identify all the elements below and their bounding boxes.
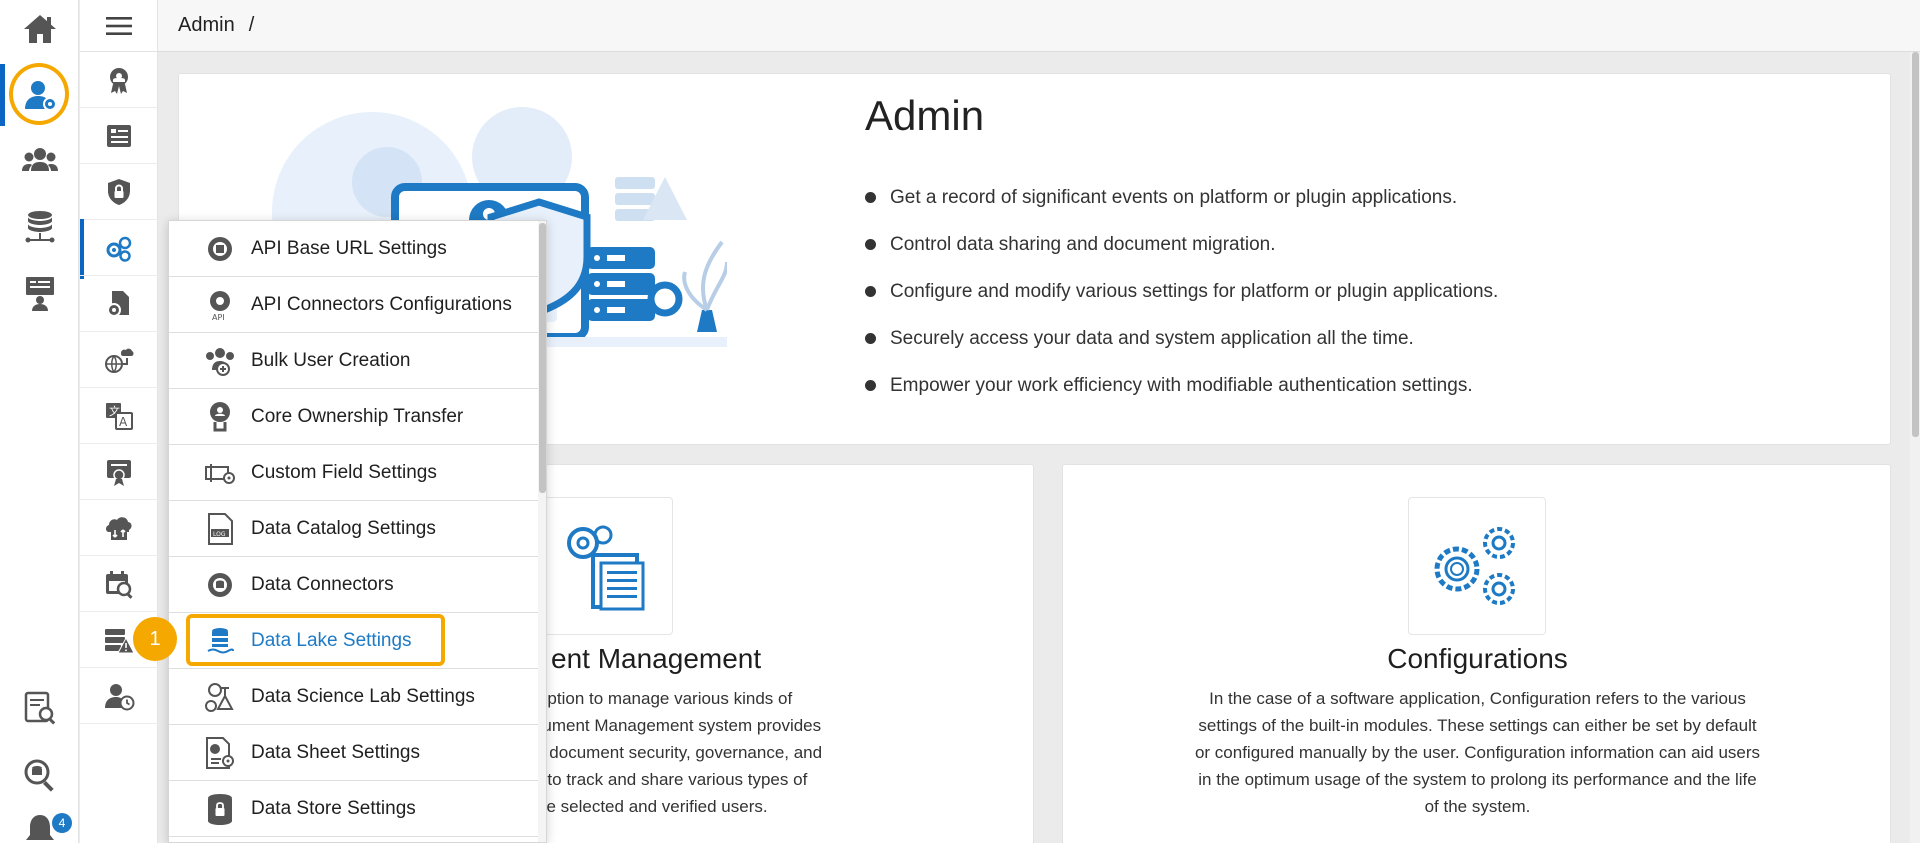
data-catalog-icon: LOG — [203, 512, 237, 546]
menu-item-data-store-settings[interactable]: Data Store Settings — [169, 781, 539, 837]
cloud-download-icon[interactable] — [80, 500, 158, 556]
cloud-transfer-icon[interactable] — [80, 332, 158, 388]
secondary-nav-column: 文A — [80, 0, 222, 843]
document-management-title: ent Management — [551, 643, 762, 674]
report-search-icon[interactable] — [0, 679, 79, 737]
api-connector-icon: API — [203, 288, 237, 322]
hero-bullet: Empower your work efficiency with modifi… — [865, 362, 1498, 409]
calendar-search-icon[interactable] — [80, 556, 158, 612]
security-lock-icon[interactable] — [80, 164, 158, 220]
menu-item-data-catalog-settings[interactable]: LOG Data Catalog Settings — [169, 501, 539, 557]
breadcrumb: Admin / — [158, 0, 1920, 52]
data-sheet-icon — [203, 736, 237, 770]
hero-bullet: Get a record of significant events on pl… — [865, 174, 1498, 221]
step-highlight-box — [186, 614, 445, 666]
hero-bullet: Configure and modify various settings fo… — [865, 268, 1498, 315]
data-search-icon[interactable] — [0, 746, 79, 804]
menu-item-data-science-lab-settings[interactable]: Data Science Lab Settings — [169, 669, 539, 725]
svg-text:A: A — [119, 415, 128, 429]
hero-bullet-list: Get a record of significant events on pl… — [865, 174, 1498, 409]
data-connectors-icon — [203, 568, 237, 602]
data-store-icon — [203, 792, 237, 826]
configurations-title: Configurations — [1387, 643, 1568, 674]
hero-bullet: Securely access your data and system app… — [865, 315, 1498, 362]
configurations-card[interactable]: Configurations In the case of a software… — [1062, 464, 1891, 843]
document-management-icon — [535, 497, 673, 635]
configurations-gear-icon[interactable] — [80, 220, 158, 276]
home-icon[interactable] — [0, 0, 79, 58]
dropdown-scrollbar-thumb[interactable] — [539, 223, 546, 493]
menu-item-custom-field-settings[interactable]: Custom Field Settings — [169, 445, 539, 501]
bulk-users-icon — [203, 344, 237, 378]
api-gear-icon — [203, 232, 237, 266]
configurations-description: In the case of a software application, C… — [1194, 689, 1761, 816]
svg-text:LOG: LOG — [213, 531, 226, 538]
custom-field-icon — [203, 456, 237, 490]
document-gear-icon[interactable] — [80, 276, 158, 332]
configurations-icon — [1408, 497, 1546, 635]
svg-text:API: API — [212, 313, 225, 322]
menu-item-core-ownership-transfer[interactable]: Core Ownership Transfer — [169, 389, 539, 445]
menu-item-api-connectors-configurations[interactable]: API API Connectors Configurations — [169, 277, 539, 333]
configurations-dropdown-menu: API Base URL Settings API API Connectors… — [168, 220, 547, 843]
audit-list-icon[interactable] — [80, 108, 158, 164]
data-science-lab-icon — [203, 680, 237, 714]
user-clock-icon[interactable] — [80, 668, 158, 724]
rail-highlight-ring — [9, 63, 69, 125]
translate-icon[interactable]: 文A — [80, 388, 158, 444]
menu-item-data-sheet-settings[interactable]: Data Sheet Settings — [169, 725, 539, 781]
hamburger-menu-icon[interactable] — [80, 0, 158, 52]
breadcrumb-separator: / — [248, 14, 255, 36]
certificate-icon[interactable] — [80, 52, 158, 108]
primary-nav-rail: 4 — [0, 0, 79, 843]
menu-item-data-connectors[interactable]: Data Connectors — [169, 557, 539, 613]
hero-bullet: Control data sharing and document migrat… — [865, 221, 1498, 268]
notification-count-badge: 4 — [52, 813, 72, 833]
ownership-transfer-icon — [203, 400, 237, 434]
groups-icon[interactable] — [0, 132, 79, 190]
page-scrollbar-thumb[interactable] — [1912, 52, 1919, 437]
breadcrumb-current[interactable]: Admin — [178, 14, 235, 37]
menu-item-api-base-url-settings[interactable]: API Base URL Settings — [169, 221, 539, 277]
step-number-badge: 1 — [133, 617, 177, 661]
page-title: Admin — [865, 92, 985, 139]
presentation-icon[interactable] — [0, 264, 79, 322]
license-icon[interactable] — [80, 444, 158, 500]
menu-item-bulk-user-creation[interactable]: Bulk User Creation — [169, 333, 539, 389]
database-icon[interactable] — [0, 198, 79, 256]
